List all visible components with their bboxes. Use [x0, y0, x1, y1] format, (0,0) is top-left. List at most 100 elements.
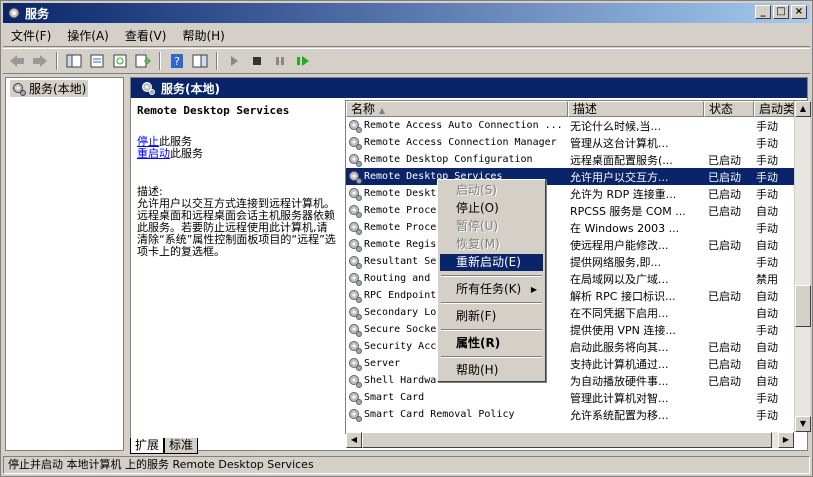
table-row[interactable]: Secure Socke 提供使用 VPN 连接... 手动	[346, 321, 794, 338]
help-icon[interactable]: ?	[167, 51, 187, 71]
menu-bar: 文件(F) 操作(A) 查看(V) 帮助(H)	[3, 25, 810, 47]
service-status-cell: 已启动	[708, 357, 741, 371]
column-header-startup-type[interactable]: 启动类	[754, 101, 794, 117]
export-list-icon[interactable]	[133, 51, 153, 71]
table-row[interactable]: Remote Desktop Services 允许用户以交互方... 已启动 手动	[346, 168, 794, 185]
menu-help[interactable]: 帮助(H)	[174, 27, 232, 44]
restart-service-link[interactable]: 重启动	[137, 147, 170, 160]
menu-view[interactable]: 查看(V)	[117, 27, 175, 44]
service-description-cell: 提供网络服务,即...	[570, 255, 661, 269]
stop-service-icon[interactable]	[247, 51, 267, 71]
ctx-restart[interactable]: 重新启动(E)	[440, 254, 543, 271]
services-gear-icon	[142, 82, 155, 95]
service-status-cell: 已启动	[708, 153, 741, 167]
service-gear-icon	[349, 255, 362, 269]
service-description-cell: 解析 RPC 接口标识...	[570, 289, 676, 303]
description-text: 允许用户以交互方式连接到远程计算机。远程桌面和远程桌面会话主机服务器依赖此服务。…	[137, 197, 336, 258]
table-row[interactable]: Shell Hardwa 为自动播放硬件事... 已启动 自动	[346, 372, 794, 389]
service-gear-icon	[349, 306, 362, 320]
table-row[interactable]: Resultant Se 提供网络服务,即... 手动	[346, 253, 794, 270]
service-description-cell: 允许用户以交互方...	[570, 170, 669, 184]
column-header-status[interactable]: 状态	[704, 101, 754, 117]
properties-sheet-icon[interactable]	[87, 51, 107, 71]
table-row[interactable]: Remote Desktop Configuration 远程桌面配置服务(...…	[346, 151, 794, 168]
show-hide-action-pane-icon[interactable]	[190, 51, 210, 71]
table-row[interactable]: Secondary Lo 在不同凭据下启用... 自动	[346, 304, 794, 321]
service-gear-icon	[349, 119, 362, 133]
scroll-right-button[interactable]: ▶	[778, 432, 794, 448]
restart-service-icon[interactable]	[293, 51, 313, 71]
ctx-stop[interactable]: 停止(O)	[440, 200, 543, 217]
console-tree-icon[interactable]	[64, 51, 84, 71]
tab-extended[interactable]: 扩展	[130, 438, 165, 454]
service-gear-icon	[349, 357, 362, 371]
service-gear-icon	[349, 340, 362, 354]
scroll-down-button[interactable]: ▼	[795, 416, 811, 432]
service-startup-cell: 自动	[756, 289, 778, 303]
service-status-cell: 已启动	[708, 374, 741, 388]
back-icon[interactable]	[7, 51, 27, 71]
maximize-button[interactable]: □	[773, 5, 789, 19]
service-name-cell: Smart Card Removal Policy	[346, 408, 568, 422]
toolbar-separator	[56, 52, 58, 70]
restart-suffix: 此服务	[170, 147, 203, 160]
ctx-help[interactable]: 帮助(H)	[440, 362, 543, 379]
service-description-panel: Remote Desktop Services 停止此服务 重启动此服务 描述:…	[137, 105, 337, 258]
vertical-scroll-thumb[interactable]	[795, 285, 811, 327]
horizontal-scroll-thumb[interactable]	[362, 432, 772, 448]
tree-item-services-local[interactable]: 服务(本地)	[10, 80, 89, 97]
table-row[interactable]: Smart Card Removal Policy 允许系统配置为移... 手动	[346, 406, 794, 423]
pause-service-icon[interactable]	[270, 51, 290, 71]
service-name-cell: Remote Desktop Configuration	[346, 153, 568, 167]
scroll-up-button[interactable]: ▲	[795, 101, 811, 117]
horizontal-scrollbar[interactable]: ◀ ▶	[346, 432, 794, 448]
forward-icon[interactable]	[30, 51, 50, 71]
table-row[interactable]: Routing and 在局域网以及广域... 禁用	[346, 270, 794, 287]
table-row[interactable]: Security Acc 启动此服务将向其... 已启动 自动	[346, 338, 794, 355]
submenu-arrow-icon: ▶	[530, 285, 537, 294]
table-row[interactable]: RPC Endpoint 解析 RPC 接口标识... 已启动 自动	[346, 287, 794, 304]
menu-file[interactable]: 文件(F)	[3, 27, 59, 44]
close-button[interactable]: ×	[791, 5, 807, 19]
ctx-pause[interactable]: 暂停(U)	[440, 218, 543, 235]
service-name-cell: Smart Card	[346, 391, 568, 405]
ctx-all-tasks[interactable]: 所有任务(K) ▶	[440, 281, 543, 298]
ctx-properties[interactable]: 属性(R)	[440, 335, 543, 352]
scroll-left-button[interactable]: ◀	[346, 432, 362, 448]
ctx-separator	[441, 356, 542, 358]
table-row[interactable]: Smart Card 管理此计算机对智... 手动	[346, 389, 794, 406]
tab-standard[interactable]: 标准	[164, 438, 199, 454]
ctx-refresh[interactable]: 刷新(F)	[440, 308, 543, 325]
start-service-icon[interactable]	[224, 51, 244, 71]
table-row[interactable]: Remote Access Auto Connection ... 无论什么时候,…	[346, 117, 794, 134]
service-description-cell: 支持此计算机通过...	[570, 357, 669, 371]
service-startup-cell: 禁用	[756, 272, 778, 286]
service-description-cell: 为自动播放硬件事...	[570, 374, 669, 388]
refresh-icon[interactable]	[110, 51, 130, 71]
vertical-scrollbar[interactable]: ▲ ▼	[794, 101, 811, 432]
table-row[interactable]: Remote Deskt 允许为 RDP 连接重... 已启动 手动	[346, 185, 794, 202]
table-row[interactable]: Remote Regis 使远程用户能修改... 已启动 自动	[346, 236, 794, 253]
service-status-cell: 已启动	[708, 170, 741, 184]
ctx-start[interactable]: 启动(S)	[440, 182, 543, 199]
column-header-name[interactable]: 名称 ▲	[346, 101, 568, 117]
column-header-description[interactable]: 描述	[568, 101, 704, 117]
service-startup-cell: 自动	[756, 340, 778, 354]
table-row[interactable]: Remote Proce RPCSS 服务是 COM ... 已启动 自动	[346, 202, 794, 219]
view-tabs: 扩展 标准	[130, 438, 199, 454]
minimize-button[interactable]: _	[755, 5, 771, 19]
ctx-separator	[441, 302, 542, 304]
ctx-resume[interactable]: 恢复(M)	[440, 236, 543, 253]
title-bar: 服务 _ □ ×	[3, 3, 810, 23]
table-row[interactable]: Remote Access Connection Manager 管理从这台计算机…	[346, 134, 794, 151]
service-startup-cell: 手动	[756, 408, 778, 422]
service-description-cell: 使远程用户能修改...	[570, 238, 669, 252]
table-row[interactable]: Server 支持此计算机通过... 已启动 自动	[346, 355, 794, 372]
service-gear-icon	[349, 289, 362, 303]
service-gear-icon	[349, 136, 362, 150]
menu-action[interactable]: 操作(A)	[59, 27, 117, 44]
service-description-cell: 允许为 RDP 连接重...	[570, 187, 677, 201]
service-status-cell: 已启动	[708, 238, 741, 252]
table-row[interactable]: Remote Proce 在 Windows 2003 ... 手动	[346, 219, 794, 236]
window-title: 服务	[25, 6, 50, 21]
